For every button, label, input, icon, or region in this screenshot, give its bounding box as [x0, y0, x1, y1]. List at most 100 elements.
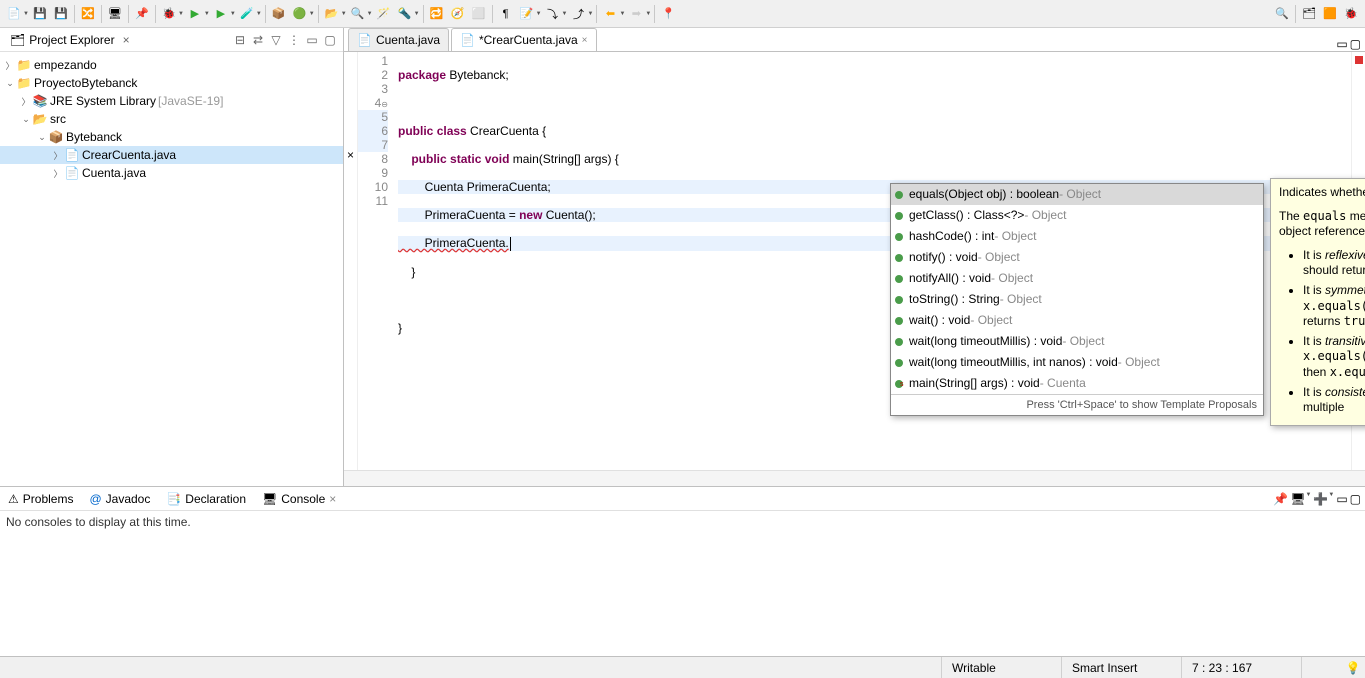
status-position[interactable]: 7 : 23 : 167	[1181, 657, 1301, 678]
editor-tab[interactable]: 📄Cuenta.java	[348, 28, 449, 51]
dropdown-arrow-icon[interactable]: ▼	[587, 11, 593, 17]
dropdown-arrow-icon[interactable]: ▼	[256, 11, 262, 17]
twisty-icon[interactable]: 〉	[20, 95, 32, 108]
horizontal-scrollbar[interactable]	[344, 470, 1365, 486]
dropdown-arrow-icon[interactable]: ▼	[309, 11, 315, 17]
maximize-icon[interactable]: ▢	[1350, 492, 1361, 506]
tab-problems[interactable]: ⚠Problems	[4, 490, 77, 508]
autocomplete-item[interactable]: wait() : void - Object	[891, 310, 1263, 331]
minimize-icon[interactable]: ▭	[1336, 37, 1347, 51]
view-menu-icon[interactable]: ⋮	[285, 31, 303, 49]
pin-console-icon[interactable]: 📌	[1273, 492, 1288, 506]
debug-icon[interactable]: 🐞	[159, 4, 179, 24]
new-class-icon[interactable]: 🟢	[290, 4, 310, 24]
new-package-icon[interactable]: 📦	[269, 4, 289, 24]
switch-icon[interactable]: 🔀	[78, 4, 98, 24]
twisty-icon[interactable]: 〉	[52, 149, 64, 162]
javadoc-tooltip[interactable]: Indicates whether some other object is "…	[1270, 178, 1365, 426]
error-overview-icon[interactable]	[1355, 56, 1363, 64]
pin-icon[interactable]: 📌	[132, 4, 152, 24]
search-access-icon[interactable]: 🔍	[1272, 4, 1292, 24]
tree-node-project[interactable]: 〉📁empezando	[0, 56, 343, 74]
new-console-icon[interactable]: ➕	[1313, 492, 1328, 506]
show-whitespace-icon[interactable]: ¶	[496, 4, 516, 24]
tree-node-file[interactable]: 〉📄Cuenta.java	[0, 164, 343, 182]
open-perspective-icon[interactable]: 🗂	[1299, 4, 1319, 24]
twisty-icon[interactable]: ⌄	[20, 114, 32, 125]
autocomplete-item[interactable]: hashCode() : int - Object	[891, 226, 1263, 247]
autocomplete-item[interactable]: notify() : void - Object	[891, 247, 1263, 268]
autocomplete-item[interactable]: getClass() : Class<?> - Object	[891, 205, 1263, 226]
tree-node-src[interactable]: ⌄📂src	[0, 110, 343, 128]
tab-javadoc[interactable]: @Javadoc	[85, 490, 154, 508]
dropdown-arrow-icon[interactable]: ▼	[204, 11, 210, 17]
annotation-icon[interactable]: 📝	[517, 4, 537, 24]
toggle-block-icon[interactable]: ⬜	[469, 4, 489, 24]
maximize-icon[interactable]: ▢	[321, 31, 339, 49]
wand-icon[interactable]: 🪄	[374, 4, 394, 24]
java-perspective-icon[interactable]: 🟧	[1320, 4, 1340, 24]
save-icon[interactable]: 💾	[30, 4, 50, 24]
dropdown-arrow-icon[interactable]: ▼	[619, 11, 625, 17]
error-marker-icon[interactable]: ×	[347, 148, 354, 162]
collapse-all-icon[interactable]: ⊟	[231, 31, 249, 49]
dropdown-arrow-icon[interactable]: ▼	[414, 11, 420, 17]
dropdown-arrow-icon[interactable]: ▼	[562, 11, 568, 17]
tree-node-package[interactable]: ⌄📦Bytebanck	[0, 128, 343, 146]
maximize-icon[interactable]: ▢	[1350, 37, 1361, 51]
dropdown-arrow-icon[interactable]: ▼	[230, 11, 236, 17]
method-icon	[895, 191, 903, 199]
status-insert[interactable]: Smart Insert	[1061, 657, 1181, 678]
dropdown-arrow-icon[interactable]: ▼	[341, 11, 347, 17]
view-tab-project-explorer[interactable]: 🗂 Project Explorer ×	[4, 31, 136, 49]
dropdown-arrow-icon[interactable]: ▼	[536, 11, 542, 17]
tree-node-file[interactable]: 〉📄CrearCuenta.java	[0, 146, 343, 164]
next-annotation-icon[interactable]: ⤵	[543, 4, 563, 24]
tab-console[interactable]: 🖥Console×	[258, 490, 340, 508]
dropdown-arrow-icon[interactable]: ▼	[645, 11, 651, 17]
tip-icon[interactable]: 💡	[1341, 661, 1365, 675]
open-type-icon[interactable]: 📂	[322, 4, 342, 24]
twisty-icon[interactable]: ⌄	[36, 132, 48, 143]
twisty-icon[interactable]: 〉	[52, 167, 64, 180]
autocomplete-item[interactable]: wait(long timeoutMillis, int nanos) : vo…	[891, 352, 1263, 373]
autocomplete-item[interactable]: equals(Object obj) : boolean - Object	[891, 184, 1263, 205]
dropdown-arrow-icon[interactable]: ▼	[178, 11, 184, 17]
autocomplete-item[interactable]: main(String[] args) : void - Cuenta	[891, 373, 1263, 394]
pin-editor-icon[interactable]: 📍	[658, 4, 678, 24]
close-icon[interactable]: ×	[582, 35, 588, 46]
new-icon[interactable]: 📄	[4, 4, 24, 24]
tree-node-jre[interactable]: 〉📚JRE System Library[JavaSE-19]	[0, 92, 343, 110]
prev-annotation-icon[interactable]: ⤴	[568, 4, 588, 24]
autocomplete-item[interactable]: wait(long timeoutMillis) : void - Object	[891, 331, 1263, 352]
autocomplete-item[interactable]: notifyAll() : void - Object	[891, 268, 1263, 289]
dropdown-arrow-icon[interactable]: ▼	[367, 11, 373, 17]
twisty-icon[interactable]: 〉	[4, 59, 16, 72]
twisty-icon[interactable]: ⌄	[4, 78, 16, 89]
save-all-icon[interactable]: 💾	[51, 4, 71, 24]
back-icon[interactable]: ⬅	[600, 4, 620, 24]
refresh-icon[interactable]: 🔁	[427, 4, 447, 24]
terminal-icon[interactable]: 🖥	[105, 4, 125, 24]
debug-perspective-icon[interactable]: 🐞	[1341, 4, 1361, 24]
display-console-icon[interactable]: 🖥	[1290, 492, 1305, 506]
close-icon[interactable]: ×	[329, 492, 336, 506]
run-icon[interactable]: ▶	[185, 4, 205, 24]
toggle-mark-icon[interactable]: 🧭	[448, 4, 468, 24]
status-writable[interactable]: Writable	[941, 657, 1061, 678]
dropdown-arrow-icon[interactable]: ▼	[23, 11, 29, 17]
torch-icon[interactable]: 🔦	[395, 4, 415, 24]
search-icon[interactable]: 🔍	[348, 4, 368, 24]
minimize-icon[interactable]: ▭	[303, 31, 321, 49]
forward-icon[interactable]: ➡	[626, 4, 646, 24]
tab-declaration[interactable]: 📑Declaration	[162, 490, 250, 508]
link-editor-icon[interactable]: ⇄	[249, 31, 267, 49]
close-icon[interactable]: ×	[123, 33, 130, 47]
filter-icon[interactable]: ▽	[267, 31, 285, 49]
autocomplete-item[interactable]: toString() : String - Object	[891, 289, 1263, 310]
coverage-icon[interactable]: ▶	[211, 4, 231, 24]
tree-node-project[interactable]: ⌄📁ProyectoBytebanck	[0, 74, 343, 92]
run-last-icon[interactable]: 🧪	[237, 4, 257, 24]
minimize-icon[interactable]: ▭	[1336, 492, 1347, 506]
editor-tab-active[interactable]: 📄*CrearCuenta.java×	[451, 28, 597, 51]
